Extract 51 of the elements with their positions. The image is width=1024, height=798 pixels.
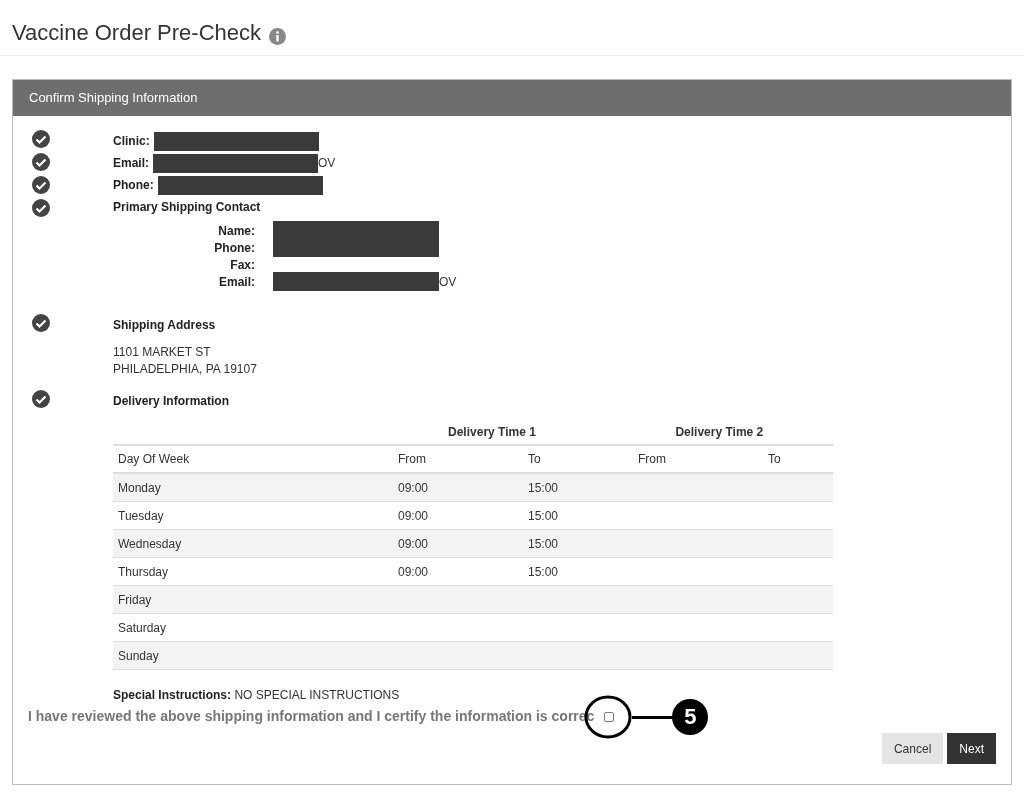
column-group-header: Delivery Time 2	[675, 425, 764, 439]
panel-header: Confirm Shipping Information	[13, 80, 1011, 116]
callout-number: 5	[672, 698, 709, 735]
field-label: Phone:	[213, 239, 256, 257]
page-title: Vaccine Order Pre-Check	[12, 19, 261, 47]
certify-checkbox[interactable]	[604, 711, 615, 722]
field-label: Email:	[218, 273, 256, 291]
cancel-button[interactable]: Cancel	[881, 733, 944, 764]
column-header: Day Of Week	[118, 452, 190, 466]
table-cell: Friday	[118, 592, 152, 607]
field-label: Email:	[113, 155, 149, 172]
column-group-header: Delivery Time 1	[448, 425, 536, 439]
section-heading: Delivery Information	[113, 393, 231, 410]
address-line: PHILADELPHIA, PA 19107	[113, 361, 257, 378]
section-heading: Primary Shipping Contact	[113, 199, 262, 216]
column-header: To	[768, 452, 781, 466]
field-value: OV	[318, 155, 336, 172]
field-label: Name:	[217, 222, 256, 240]
check-circle-icon	[32, 314, 50, 332]
leader-line	[632, 715, 675, 719]
table-cell: 09:00	[398, 536, 429, 551]
table-cell: 09:00	[398, 508, 429, 523]
check-circle-icon	[32, 153, 50, 171]
column-header: From	[638, 452, 666, 466]
field-label: Phone:	[113, 177, 154, 194]
field-label: Fax:	[229, 256, 256, 274]
check-circle-icon	[32, 176, 50, 194]
check-circle-icon	[32, 130, 50, 148]
check-circle-icon	[32, 199, 50, 217]
table-cell: Tuesday	[118, 508, 164, 523]
field-label: Clinic:	[113, 133, 150, 150]
table-cell: 09:00	[398, 480, 429, 495]
next-button[interactable]: Next	[947, 733, 996, 764]
field-value: OV	[439, 273, 457, 291]
table-cell: Saturday	[118, 620, 167, 635]
table-cell: 15:00	[528, 508, 559, 523]
check-circle-icon	[32, 390, 50, 408]
column-header: From	[398, 452, 426, 466]
special-instructions: Special Instructions: NO SPECIAL INSTRUCTIONS	[113, 688, 400, 702]
table-cell: Monday	[118, 480, 161, 495]
column-header: To	[528, 452, 541, 466]
table-cell: Sunday	[118, 648, 159, 663]
table-cell: 15:00	[528, 564, 559, 579]
table-cell: 15:00	[528, 536, 559, 551]
table-cell: 09:00	[398, 564, 429, 579]
address-line: 1101 MARKET ST	[113, 344, 212, 361]
table-cell: 15:00	[528, 480, 559, 495]
info-icon	[269, 28, 286, 45]
table-cell: Wednesday	[118, 536, 182, 551]
section-heading: Shipping Address	[113, 317, 217, 334]
table-cell: Thursday	[118, 564, 169, 579]
